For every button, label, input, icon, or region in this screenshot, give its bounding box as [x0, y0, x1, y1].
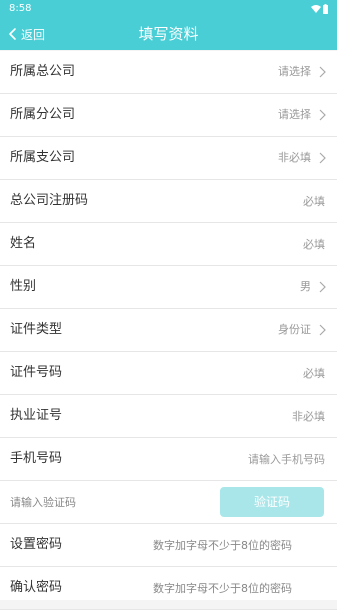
registration-form: 所属总公司 请选择 所属分公司 请选择 所属支公司 非必填 总公司注册码 姓名 …	[0, 51, 337, 610]
battery-icon	[323, 4, 328, 14]
verify-code-field[interactable]	[10, 492, 190, 512]
chevron-left-icon	[9, 28, 16, 40]
id-number-field[interactable]	[175, 363, 325, 383]
sub-branch-select[interactable]: 所属支公司 非必填	[0, 137, 337, 180]
reg-code-label: 总公司注册码	[10, 193, 89, 208]
name-label: 姓名	[10, 236, 37, 251]
license-number-label: 执业证号	[10, 408, 63, 423]
password-field[interactable]	[153, 535, 323, 555]
id-type-label: 证件类型	[10, 322, 63, 337]
back-label: 返回	[21, 27, 46, 42]
status-time: 8:58	[9, 3, 32, 14]
reg-code-field[interactable]	[175, 191, 325, 211]
name-row: 姓名	[0, 223, 337, 266]
name-field[interactable]	[175, 234, 325, 254]
phone-label: 手机号码	[10, 451, 63, 466]
id-type-value: 身份证	[278, 323, 311, 336]
sub-branch-value: 非必填	[278, 151, 311, 164]
wifi-icon	[311, 5, 321, 13]
license-number-field[interactable]	[175, 406, 325, 426]
back-button[interactable]: 返回	[6, 23, 45, 45]
chevron-right-icon	[319, 324, 326, 336]
head-company-value: 请选择	[278, 65, 311, 78]
id-type-select[interactable]: 证件类型 身份证	[0, 309, 337, 352]
chevron-right-icon	[319, 66, 326, 78]
confirm-password-label: 确认密码	[10, 580, 63, 595]
status-bar: 8:58	[0, 0, 337, 18]
sub-branch-label: 所属支公司	[10, 150, 76, 165]
id-number-row: 证件号码	[0, 352, 337, 395]
password-label: 设置密码	[10, 537, 63, 552]
get-code-button[interactable]: 验证码	[220, 487, 324, 517]
branch-company-select[interactable]: 所属分公司 请选择	[0, 94, 337, 137]
phone-field[interactable]	[175, 449, 325, 469]
confirm-password-field[interactable]	[153, 578, 323, 598]
page-title: 填写资料	[138, 25, 199, 43]
confirm-password-row: 确认密码	[0, 567, 337, 610]
reg-code-row: 总公司注册码	[0, 180, 337, 223]
id-number-label: 证件号码	[10, 365, 63, 380]
branch-company-value: 请选择	[278, 108, 311, 121]
gender-value: 男	[300, 280, 311, 293]
app-header: 返回 填写资料	[0, 18, 337, 50]
head-company-label: 所属总公司	[10, 64, 76, 79]
gender-label: 性别	[10, 279, 37, 294]
chevron-right-icon	[319, 109, 326, 121]
branch-company-label: 所属分公司	[10, 107, 76, 122]
phone-row: 手机号码	[0, 438, 337, 481]
license-number-row: 执业证号	[0, 395, 337, 438]
head-company-select[interactable]: 所属总公司 请选择	[0, 51, 337, 94]
password-row: 设置密码	[0, 524, 337, 567]
verify-code-row: 验证码	[0, 481, 337, 524]
chevron-right-icon	[319, 152, 326, 164]
chevron-right-icon	[319, 281, 326, 293]
gender-select[interactable]: 性别 男	[0, 266, 337, 309]
